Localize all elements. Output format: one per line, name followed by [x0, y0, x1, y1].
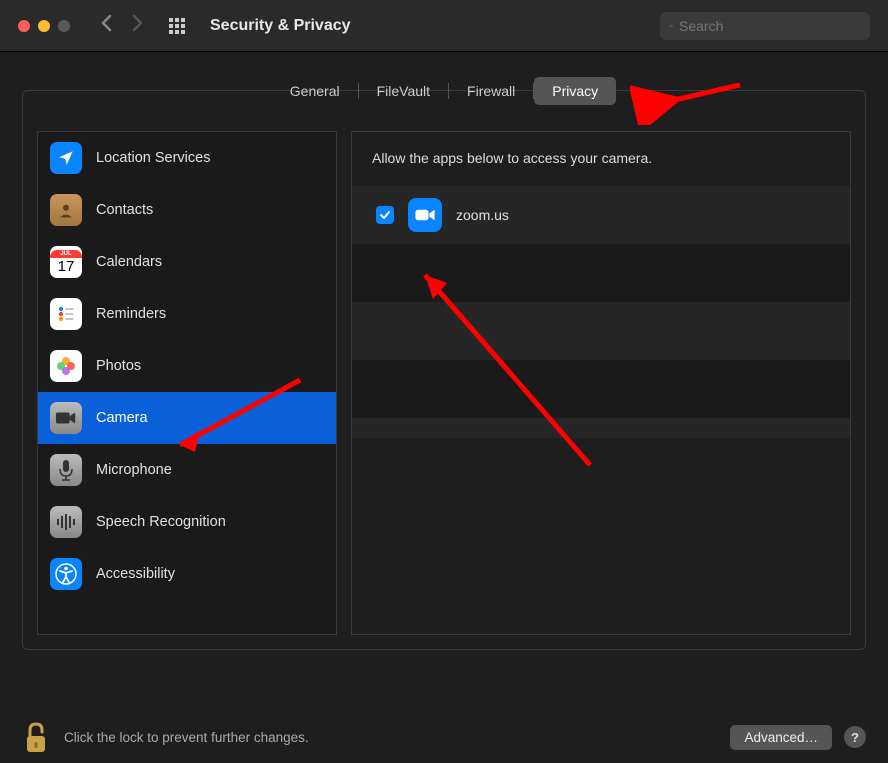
sidebar-item-label: Accessibility — [96, 566, 175, 582]
close-window-button[interactable] — [18, 20, 30, 32]
footer: Click the lock to prevent further change… — [0, 711, 888, 763]
photos-icon — [50, 350, 82, 382]
privacy-category-sidebar: Location Services Contacts JUL 17 Calend… — [37, 131, 337, 635]
sidebar-item-label: Camera — [96, 410, 148, 426]
location-icon — [50, 142, 82, 174]
search-icon — [670, 19, 673, 33]
app-name-label: zoom.us — [456, 207, 509, 223]
contacts-icon — [50, 194, 82, 226]
sidebar-item-microphone[interactable]: Microphone — [38, 444, 336, 496]
advanced-button[interactable]: Advanced… — [730, 725, 832, 750]
back-button[interactable] — [100, 14, 112, 37]
sidebar-item-label: Reminders — [96, 306, 166, 322]
app-row-empty — [352, 302, 850, 360]
search-input[interactable] — [679, 18, 860, 34]
tab-bar: General FileVault Firewall Privacy — [22, 77, 866, 105]
app-row-empty — [352, 418, 850, 438]
tab-filevault[interactable]: FileVault — [359, 77, 448, 105]
app-row-empty — [352, 244, 850, 302]
speech-recognition-icon — [50, 506, 82, 538]
accessibility-icon — [50, 558, 82, 590]
search-field[interactable] — [660, 12, 870, 40]
sidebar-item-contacts[interactable]: Contacts — [38, 184, 336, 236]
check-icon — [379, 209, 391, 221]
microphone-icon — [50, 454, 82, 486]
preferences-panel: Location Services Contacts JUL 17 Calend… — [22, 90, 866, 650]
calendar-icon: JUL 17 — [50, 246, 82, 278]
window-title: Security & Privacy — [210, 17, 351, 35]
permissions-heading: Allow the apps below to access your came… — [352, 150, 850, 186]
tab-firewall[interactable]: Firewall — [449, 77, 533, 105]
app-permissions-panel: Allow the apps below to access your came… — [351, 131, 851, 635]
sidebar-item-reminders[interactable]: Reminders — [38, 288, 336, 340]
lock-description: Click the lock to prevent further change… — [64, 730, 730, 745]
sidebar-item-calendars[interactable]: JUL 17 Calendars — [38, 236, 336, 288]
app-checkbox[interactable] — [376, 206, 394, 224]
app-list: zoom.us — [352, 186, 850, 438]
sidebar-item-speech-recognition[interactable]: Speech Recognition — [38, 496, 336, 548]
forward-button[interactable] — [132, 14, 144, 37]
sidebar-item-photos[interactable]: Photos — [38, 340, 336, 392]
sidebar-item-label: Contacts — [96, 202, 153, 218]
nav-arrows — [100, 14, 144, 37]
reminders-icon — [50, 298, 82, 330]
zoom-app-icon — [408, 198, 442, 232]
minimize-window-button[interactable] — [38, 20, 50, 32]
camera-icon — [50, 402, 82, 434]
sidebar-item-label: Photos — [96, 358, 141, 374]
tab-privacy[interactable]: Privacy — [534, 77, 616, 105]
sidebar-item-label: Calendars — [96, 254, 162, 270]
zoom-window-button[interactable] — [58, 20, 70, 32]
traffic-lights — [18, 20, 70, 32]
sidebar-item-location-services[interactable]: Location Services — [38, 132, 336, 184]
app-row-empty — [352, 360, 850, 418]
sidebar-item-label: Microphone — [96, 462, 172, 478]
help-button[interactable]: ? — [844, 726, 866, 748]
sidebar-item-accessibility[interactable]: Accessibility — [38, 548, 336, 600]
sidebar-item-label: Speech Recognition — [96, 514, 226, 530]
app-row-zoom[interactable]: zoom.us — [352, 186, 850, 244]
tab-general[interactable]: General — [272, 77, 358, 105]
sidebar-item-label: Location Services — [96, 150, 210, 166]
titlebar: Security & Privacy — [0, 0, 888, 52]
lock-button[interactable] — [22, 720, 50, 754]
show-all-preferences-button[interactable] — [169, 18, 185, 34]
sidebar-item-camera[interactable]: Camera — [38, 392, 336, 444]
